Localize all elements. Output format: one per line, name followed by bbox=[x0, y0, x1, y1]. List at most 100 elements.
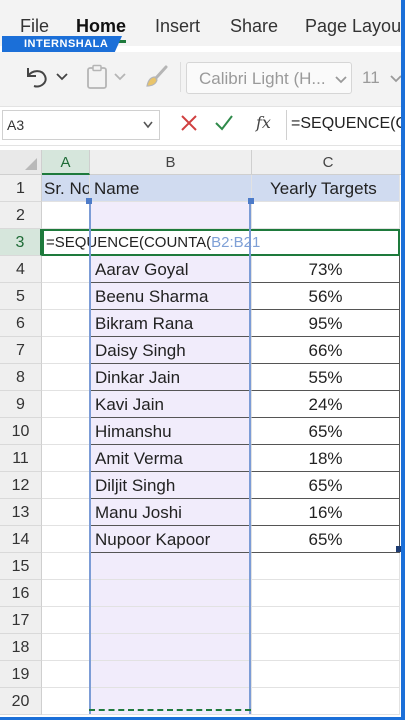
font-name-select[interactable]: Calibri Light (H... bbox=[186, 62, 352, 94]
undo-icon[interactable] bbox=[22, 64, 50, 90]
row-header-2[interactable]: 2 bbox=[0, 202, 42, 229]
cell-b15[interactable] bbox=[90, 553, 252, 580]
cell-b6[interactable]: Bikram Rana bbox=[90, 310, 252, 337]
cell-b4[interactable]: Aarav Goyal bbox=[90, 256, 252, 283]
font-size-select[interactable]: 11 bbox=[354, 62, 405, 94]
range-handle-top-right[interactable] bbox=[248, 198, 254, 204]
row-header-20[interactable]: 20 bbox=[0, 688, 42, 715]
cell-c12[interactable]: 65% bbox=[252, 472, 400, 499]
row-header-16[interactable]: 16 bbox=[0, 580, 42, 607]
cell-a10[interactable] bbox=[42, 418, 90, 445]
column-header-a[interactable]: A bbox=[42, 150, 90, 175]
cell-b8[interactable]: Dinkar Jain bbox=[90, 364, 252, 391]
undo-dropdown-chevron-icon[interactable] bbox=[56, 72, 68, 82]
formula-input[interactable]: =SEQUENCE(C bbox=[286, 110, 405, 140]
cell-a12[interactable] bbox=[42, 472, 90, 499]
cell-b12[interactable]: Diljit Singh bbox=[90, 472, 252, 499]
cell-c7[interactable]: 66% bbox=[252, 337, 400, 364]
cell-a5[interactable] bbox=[42, 283, 90, 310]
row-header-14[interactable]: 14 bbox=[0, 526, 42, 553]
cell-c2[interactable] bbox=[252, 202, 400, 229]
cell-b19[interactable] bbox=[90, 661, 252, 688]
range-handle-top-left[interactable] bbox=[86, 198, 92, 204]
cell-b7[interactable]: Daisy Singh bbox=[90, 337, 252, 364]
cell-a1-header[interactable]: Sr. No bbox=[42, 175, 90, 202]
select-all-corner[interactable] bbox=[0, 150, 42, 175]
row-header-9[interactable]: 9 bbox=[0, 391, 42, 418]
cancel-formula-icon[interactable] bbox=[180, 114, 198, 132]
cell-c15[interactable] bbox=[252, 553, 400, 580]
cell-c14[interactable]: 65% bbox=[252, 526, 400, 553]
cell-c16[interactable] bbox=[252, 580, 400, 607]
cell-c11[interactable]: 18% bbox=[252, 445, 400, 472]
cell-a3-editor[interactable]: =SEQUENCE(COUNTA(B2:B21 bbox=[42, 229, 400, 256]
cell-b10[interactable]: Himanshu bbox=[90, 418, 252, 445]
cell-a4[interactable] bbox=[42, 256, 90, 283]
insert-function-icon[interactable]: fx bbox=[256, 113, 271, 132]
cell-b17[interactable] bbox=[90, 607, 252, 634]
cell-a19[interactable] bbox=[42, 661, 90, 688]
cell-c10[interactable]: 65% bbox=[252, 418, 400, 445]
cell-a6[interactable] bbox=[42, 310, 90, 337]
cell-b11[interactable]: Amit Verma bbox=[90, 445, 252, 472]
confirm-formula-icon[interactable] bbox=[214, 114, 234, 132]
row-header-8[interactable]: 8 bbox=[0, 364, 42, 391]
cell-c1-header[interactable]: Yearly Targets bbox=[252, 175, 400, 202]
row-header-10[interactable]: 10 bbox=[0, 418, 42, 445]
cell-b9[interactable]: Kavi Jain bbox=[90, 391, 252, 418]
row-header-1[interactable]: 1 bbox=[0, 175, 42, 202]
spreadsheet-grid[interactable]: A B C 1 2 3 4 5 6 7 8 9 10 11 12 13 14 15 16 17 18 19 20 Sr… bbox=[0, 150, 405, 720]
cell-b16[interactable] bbox=[90, 580, 252, 607]
cell-a15[interactable] bbox=[42, 553, 90, 580]
cell-a13[interactable] bbox=[42, 499, 90, 526]
row-header-12[interactable]: 12 bbox=[0, 472, 42, 499]
cell-b5[interactable]: Beenu Sharma bbox=[90, 283, 252, 310]
cell-b20[interactable] bbox=[90, 688, 252, 715]
row-header-15[interactable]: 15 bbox=[0, 553, 42, 580]
cell-c5[interactable]: 56% bbox=[252, 283, 400, 310]
paste-dropdown-chevron-icon[interactable] bbox=[114, 72, 126, 82]
tab-home[interactable]: Home bbox=[76, 16, 126, 37]
tab-page-layout[interactable]: Page Layout bbox=[305, 16, 405, 37]
paintbrush-icon[interactable] bbox=[144, 64, 170, 90]
row-header-19[interactable]: 19 bbox=[0, 661, 42, 688]
row-header-7[interactable]: 7 bbox=[0, 337, 42, 364]
cell-a17[interactable] bbox=[42, 607, 90, 634]
cell-b1-header[interactable]: Name bbox=[90, 175, 252, 202]
cell-c4[interactable]: 73% bbox=[252, 256, 400, 283]
row-header-18[interactable]: 18 bbox=[0, 634, 42, 661]
column-header-b[interactable]: B bbox=[90, 150, 252, 175]
cell-c6[interactable]: 95% bbox=[252, 310, 400, 337]
row-header-3[interactable]: 3 bbox=[0, 229, 42, 256]
cell-b13[interactable]: Manu Joshi bbox=[90, 499, 252, 526]
cell-a11[interactable] bbox=[42, 445, 90, 472]
tab-insert[interactable]: Insert bbox=[155, 16, 200, 37]
row-header-4[interactable]: 4 bbox=[0, 256, 42, 283]
clipboard-icon[interactable] bbox=[86, 64, 108, 90]
cell-c19[interactable] bbox=[252, 661, 400, 688]
row-header-13[interactable]: 13 bbox=[0, 499, 42, 526]
cell-a2[interactable] bbox=[42, 202, 90, 229]
cell-a9[interactable] bbox=[42, 391, 90, 418]
cell-c20[interactable] bbox=[252, 688, 400, 715]
cell-c18[interactable] bbox=[252, 634, 400, 661]
column-header-c[interactable]: C bbox=[252, 150, 405, 175]
cell-b18[interactable] bbox=[90, 634, 252, 661]
cell-c9[interactable]: 24% bbox=[252, 391, 400, 418]
tab-file[interactable]: File bbox=[20, 16, 49, 37]
name-box[interactable]: A3 bbox=[2, 110, 160, 140]
cell-c13[interactable]: 16% bbox=[252, 499, 400, 526]
row-header-17[interactable]: 17 bbox=[0, 607, 42, 634]
cell-a14[interactable] bbox=[42, 526, 90, 553]
cell-b2[interactable] bbox=[90, 202, 252, 229]
cell-a8[interactable] bbox=[42, 364, 90, 391]
row-header-5[interactable]: 5 bbox=[0, 283, 42, 310]
cell-a7[interactable] bbox=[42, 337, 90, 364]
cell-a16[interactable] bbox=[42, 580, 90, 607]
row-header-6[interactable]: 6 bbox=[0, 310, 42, 337]
cell-b14[interactable]: Nupoor Kapoor bbox=[90, 526, 252, 553]
cell-c8[interactable]: 55% bbox=[252, 364, 400, 391]
cell-c17[interactable] bbox=[252, 607, 400, 634]
tab-share[interactable]: Share bbox=[230, 16, 278, 37]
cell-a18[interactable] bbox=[42, 634, 90, 661]
